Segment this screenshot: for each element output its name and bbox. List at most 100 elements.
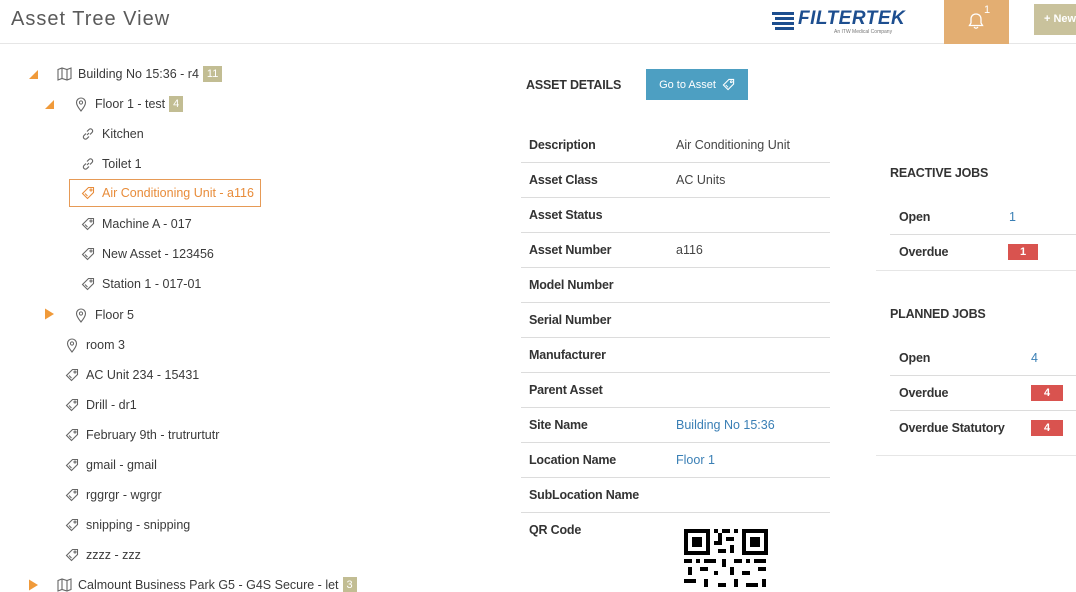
panel-bottom-border [876,455,1076,456]
detail-label: Site Name [529,418,588,432]
tree-node-gmail[interactable]: gmail - gmail [64,453,157,477]
job-label: Overdue [899,245,949,259]
bell-icon [968,13,984,29]
planned-statutory-badge[interactable]: 4 [1031,420,1063,436]
site-name-link[interactable]: Building No 15:36 [676,418,775,432]
count-badge: 3 [342,577,357,592]
detail-row-serial-number: Serial Number [521,303,830,338]
detail-label: Parent Asset [529,383,603,397]
detail-row-parent-asset: Parent Asset [521,373,830,408]
tree-node-ac-unit[interactable]: AC Unit 234 - 15431 [64,363,199,387]
tree-node-floor1[interactable]: Floor 1 - test 4 [73,92,184,116]
detail-label: Description [529,138,596,152]
tree-node-building[interactable]: Building No 15:36 - r4 11 [56,62,223,86]
tree-node-label: Calmount Business Park G5 - G4S Secure -… [78,578,339,592]
app-header: Asset Tree View FILTERTEK An ITW Medical… [0,0,1076,44]
planned-overdue-statutory-row: Overdue Statutory 4 [890,411,1076,446]
location-pin-icon [73,307,89,323]
tree-node-floor5[interactable]: Floor 5 [73,303,134,327]
tree-node-rggrgr[interactable]: rggrgr - wgrgr [64,483,162,507]
tree-node-station[interactable]: Station 1 - 017-01 [80,272,201,296]
map-icon [56,577,72,592]
detail-value: AC Units [676,173,726,187]
tree-node-label: Air Conditioning Unit - a116 [102,186,254,200]
detail-row-manufacturer: Manufacturer [521,338,830,373]
tag-icon [64,547,80,563]
tree-node-room3[interactable]: room 3 [64,333,125,357]
page-title: Asset Tree View [11,8,171,30]
detail-row-location-name: Location Name Floor 1 [521,443,830,478]
tree-node-february[interactable]: February 9th - trutrurtutr [64,423,219,447]
location-pin-icon [64,337,80,353]
tree-node-zzzz[interactable]: zzzz - zzz [64,543,141,567]
tree-node-new-asset[interactable]: New Asset - 123456 [80,242,214,266]
link-icon [80,126,96,142]
asset-tree: Building No 15:36 - r4 11 Floor 1 - test… [0,44,500,592]
detail-label: SubLocation Name [529,488,640,502]
tree-node-label: rggrgr - wgrgr [86,488,162,502]
tree-node-calmount[interactable]: Calmount Business Park G5 - G4S Secure -… [56,573,357,592]
notification-count: 1 [984,4,991,16]
expand-triangle-icon[interactable] [43,307,57,321]
tree-node-label: Machine A - 017 [102,217,192,231]
tree-node-snipping[interactable]: snipping - snipping [64,513,190,537]
detail-label: Asset Class [529,173,598,187]
tree-node-label: zzzz - zzz [86,548,141,562]
map-icon [56,66,72,82]
count-badge: 4 [169,96,184,112]
tag-icon [80,216,96,232]
tag-icon [80,185,96,201]
tree-node-label: AC Unit 234 - 15431 [86,368,200,382]
tree-node-aircon-selected[interactable]: Air Conditioning Unit - a116 [69,179,261,207]
collapse-triangle-icon[interactable] [43,97,57,111]
detail-label: QR Code [529,523,582,537]
detail-label: Serial Number [529,313,612,327]
detail-value: a116 [676,243,703,257]
expand-triangle-icon[interactable] [27,578,41,592]
tree-node-machine[interactable]: Machine A - 017 [80,212,192,236]
planned-open-row: Open 4 [890,341,1076,376]
planned-overdue-row: Overdue 4 [890,376,1076,411]
reactive-jobs-heading: REACTIVE JOBS [890,166,989,180]
detail-row-sublocation-name: SubLocation Name [521,478,830,513]
reactive-open-count-link[interactable]: 1 [1009,210,1016,224]
link-icon [80,156,96,172]
tree-node-drill[interactable]: Drill - dr1 [64,393,137,417]
tree-node-label: Station 1 - 017-01 [102,277,202,291]
tree-node-label: February 9th - trutrurtutr [86,428,220,442]
detail-row-asset-status: Asset Status [521,198,830,233]
detail-row-description: Description Air Conditioning Unit [521,128,830,163]
logo-subtext: An ITW Medical Company [834,29,893,35]
job-label: Open [899,351,931,365]
tree-node-label: Drill - dr1 [86,398,137,412]
detail-row-site-name: Site Name Building No 15:36 [521,408,830,443]
detail-row-model-number: Model Number [521,268,830,303]
reactive-overdue-badge[interactable]: 1 [1008,244,1038,260]
detail-row-qr-code: QR Code [521,513,830,548]
go-to-asset-button[interactable]: Go to Asset [646,69,748,100]
tag-icon [64,367,80,383]
tree-node-label: Building No 15:36 - r4 [78,67,199,81]
tree-node-label: gmail - gmail [86,458,157,472]
job-label: Overdue Statutory [899,421,1005,435]
detail-label: Model Number [529,278,614,292]
location-name-link[interactable]: Floor 1 [676,453,715,467]
tag-icon [722,78,735,91]
tag-icon [80,276,96,292]
go-to-asset-label: Go to Asset [659,78,716,91]
tree-node-kitchen[interactable]: Kitchen [80,122,144,146]
detail-label: Asset Number [529,243,612,257]
location-pin-icon [73,96,89,112]
detail-row-asset-number: Asset Number a116 [521,233,830,268]
collapse-triangle-icon[interactable] [27,67,41,81]
planned-open-count-link[interactable]: 4 [1031,351,1038,365]
tag-icon [64,427,80,443]
reactive-overdue-row: Overdue 1 [890,235,1076,270]
new-button[interactable]: + New [1034,4,1076,35]
panel-divider [876,270,1076,271]
detail-label: Asset Status [529,208,603,222]
tree-node-toilet[interactable]: Toilet 1 [80,152,142,176]
company-logo: FILTERTEK An ITW Medical Company [772,8,905,36]
planned-overdue-badge[interactable]: 4 [1031,385,1063,401]
notifications-button[interactable]: 1 [944,0,1009,44]
